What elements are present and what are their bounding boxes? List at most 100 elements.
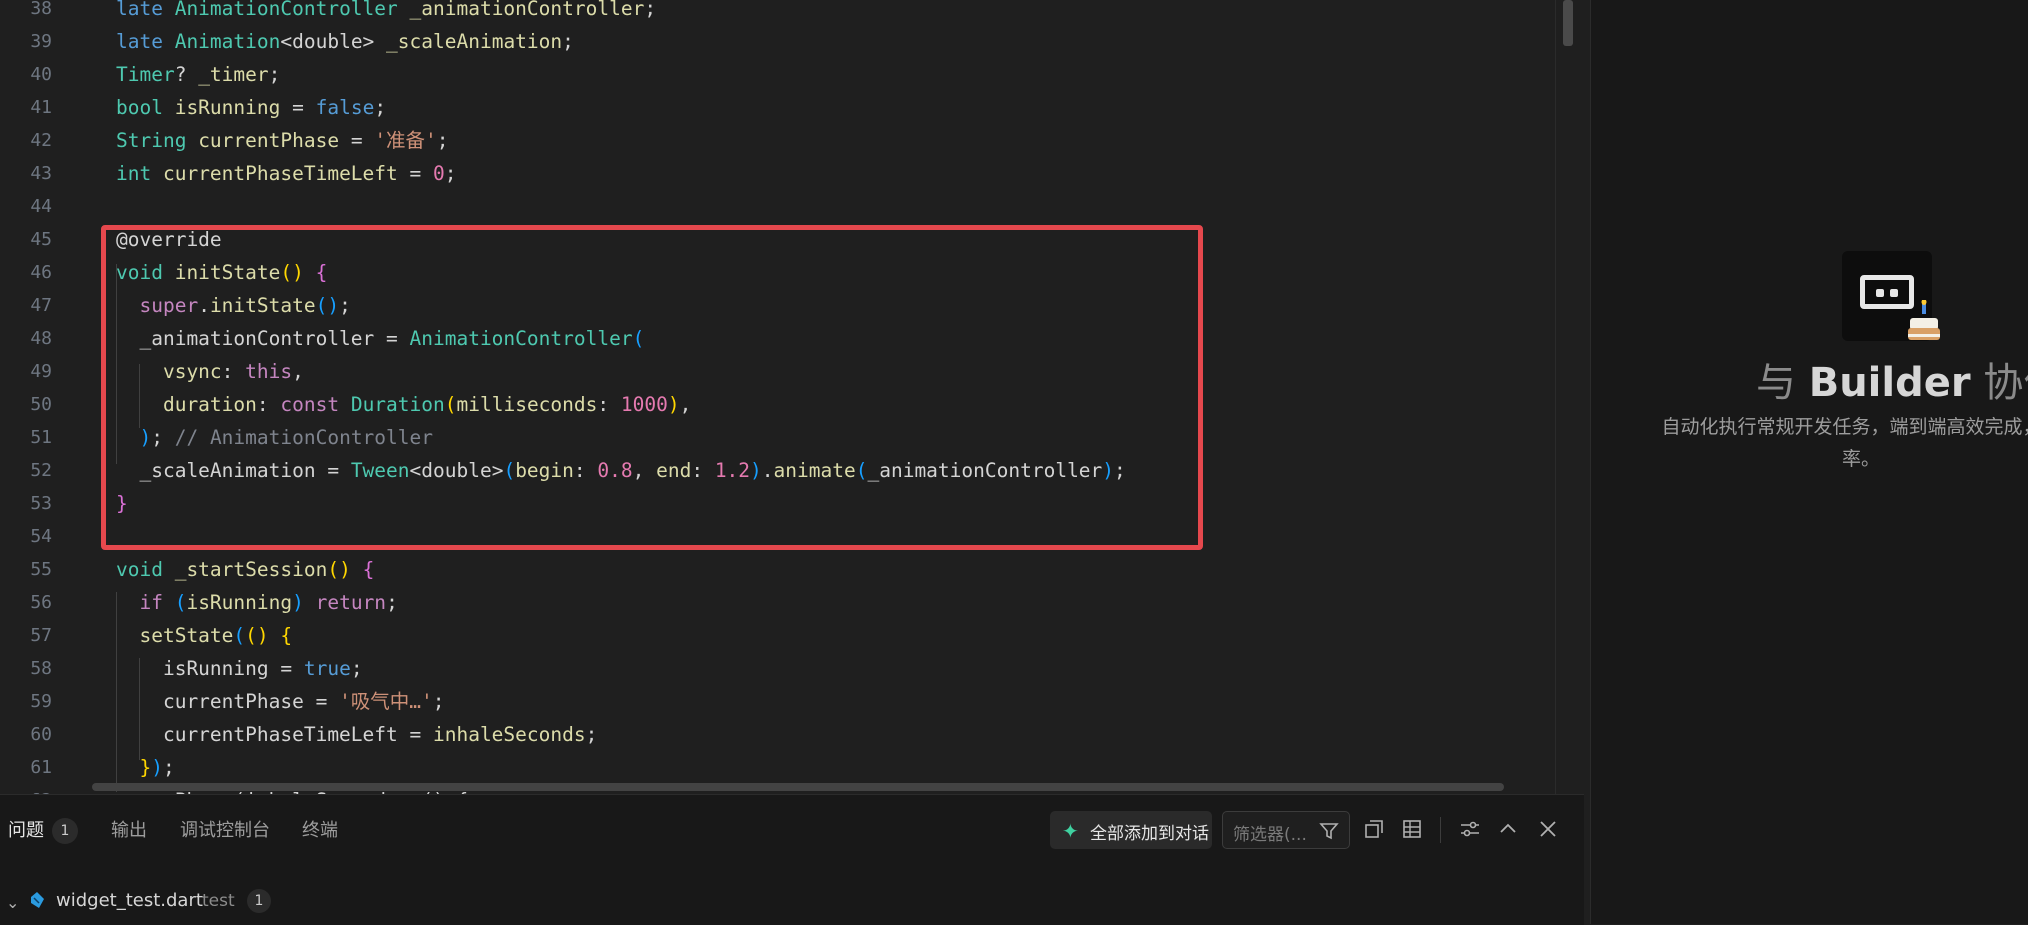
tab-output[interactable]: 输出 xyxy=(111,819,147,843)
code-token: AnimationController xyxy=(174,0,410,20)
logo-screen-shape xyxy=(1860,275,1914,309)
code-token: late xyxy=(116,0,175,20)
code-token: ; xyxy=(644,0,657,20)
code-line: isRunning = true; xyxy=(116,652,363,685)
code-token: int xyxy=(116,162,163,185)
add-all-to-chat-button[interactable]: ✦ 全部添加到对话 xyxy=(1050,811,1212,849)
bottom-panel: 问题 1 输出 调试控制台 终端 ✦ 全部添加到对话 筛选器(... ⌄ wid… xyxy=(0,794,1584,925)
horizontal-scrollbar-thumb[interactable] xyxy=(92,783,1504,791)
line-number: 38 xyxy=(30,0,52,19)
line-number: 48 xyxy=(30,328,52,349)
code-token: isRunning xyxy=(186,591,293,614)
code-token: { xyxy=(280,624,293,647)
code-token: ) xyxy=(292,591,316,614)
code-token: String xyxy=(116,129,199,152)
tab-terminal[interactable]: 终端 xyxy=(302,819,338,843)
code-token: ( xyxy=(233,624,246,647)
title-prefix: 与 xyxy=(1756,360,1809,406)
code-token: void xyxy=(116,558,175,581)
line-number: 47 xyxy=(30,295,52,316)
title-bold: Builder xyxy=(1808,360,1971,406)
code-token: ; xyxy=(436,129,449,152)
problem-file-count: 1 xyxy=(247,889,271,913)
vertical-scrollbar[interactable] xyxy=(1555,0,1578,794)
filter-input[interactable]: 筛选器(... xyxy=(1222,811,1350,849)
code-token: inhaleSeconds xyxy=(432,723,586,746)
line-number: 52 xyxy=(30,460,52,481)
code-line: late AnimationController _animationContr… xyxy=(116,0,656,25)
line-number: 39 xyxy=(30,31,52,52)
code-token: isRunning = xyxy=(116,657,304,680)
code-token: ) xyxy=(151,756,163,779)
code-line: late Animation<double> _scaleAnimation; xyxy=(116,25,574,58)
line-number: 54 xyxy=(30,526,52,547)
code-line: if (isRunning) return; xyxy=(116,586,398,619)
sidebar-description: 自动化执行常规开发任务，端到端高效完成，效率。 xyxy=(1661,416,2028,470)
line-number: 46 xyxy=(30,262,52,283)
code-token: _scaleAnimation xyxy=(386,30,563,53)
line-number: 51 xyxy=(30,427,52,448)
code-token: () xyxy=(327,558,363,581)
code-line: currentPhaseTimeLeft = inhaleSeconds; xyxy=(116,718,597,751)
code-token: { xyxy=(362,558,375,581)
indent-guide xyxy=(116,592,117,792)
code-line: setState(() { xyxy=(116,619,292,652)
line-number: 53 xyxy=(30,493,52,514)
title-suffix: 协作 xyxy=(1983,360,2028,406)
code-token: Animation xyxy=(174,30,281,53)
chevron-down-icon[interactable]: ⌄ xyxy=(6,893,19,912)
code-token: ; xyxy=(350,657,363,680)
code-token: } xyxy=(116,756,152,779)
code-token: Timer xyxy=(116,63,175,86)
line-number: 61 xyxy=(30,757,52,778)
code-line: int currentPhaseTimeLeft = 0; xyxy=(116,157,457,190)
tab-problems[interactable]: 问题 xyxy=(8,819,44,843)
cake-icon xyxy=(1908,300,1940,340)
code-token: ; xyxy=(444,162,457,185)
code-token: isRunning xyxy=(174,96,281,119)
code-token: ; xyxy=(585,723,598,746)
code-token: ; xyxy=(162,756,175,779)
line-number: 57 xyxy=(30,625,52,646)
code-token: '吸气中…' xyxy=(339,690,433,713)
code-token: true xyxy=(303,657,351,680)
line-number: 60 xyxy=(30,724,52,745)
code-token: ( xyxy=(174,591,187,614)
code-token: return xyxy=(315,591,387,614)
table-view-icon[interactable] xyxy=(1400,817,1424,841)
line-number: 55 xyxy=(30,559,52,580)
code-token: currentPhaseTimeLeft = xyxy=(116,723,433,746)
line-number: 42 xyxy=(30,130,52,151)
indent-guide xyxy=(139,658,140,760)
dart-file-icon xyxy=(31,892,44,908)
code-line: String currentPhase = '准备'; xyxy=(116,124,449,157)
filter-icon[interactable] xyxy=(1319,821,1339,841)
code-token: ; xyxy=(562,30,574,53)
highlight-box xyxy=(101,225,1203,550)
code-line: bool isRunning = false; xyxy=(116,91,386,124)
code-editor[interactable]: 38 39 40 41 42 43 44 45 46 47 48 49 50 51 52 53 54 55 56 57… xyxy=(0,0,1578,794)
logo-eye xyxy=(1890,289,1898,297)
collapse-all-icon[interactable] xyxy=(1362,817,1386,841)
code-token: () xyxy=(245,624,281,647)
add-all-label: 全部添加到对话 xyxy=(1090,824,1209,844)
problems-count-badge: 1 xyxy=(52,818,78,844)
close-icon[interactable] xyxy=(1536,817,1560,841)
code-token: '准备' xyxy=(374,129,437,152)
sparkle-icon: ✦ xyxy=(1062,819,1079,843)
builder-sidebar: 与 Builder 协作 自动化执行常规开发任务，端到端高效完成，效率。 xyxy=(1590,0,2028,924)
code-token: currentPhase = xyxy=(116,690,340,713)
line-number: 41 xyxy=(30,97,52,118)
line-number: 58 xyxy=(30,658,52,679)
line-number: 56 xyxy=(30,592,52,613)
settings-sliders-icon[interactable] xyxy=(1458,817,1482,841)
code-token: ; xyxy=(268,63,281,86)
chevron-up-icon[interactable] xyxy=(1496,817,1520,841)
code-token: ; xyxy=(386,591,398,614)
code-token: = xyxy=(280,96,316,119)
tab-debug-console[interactable]: 调试控制台 xyxy=(180,819,270,843)
toolbar-divider xyxy=(1440,817,1441,843)
sidebar-title: 与 Builder 协作 xyxy=(1756,350,2028,408)
vertical-scrollbar-thumb[interactable] xyxy=(1563,0,1573,46)
line-number: 49 xyxy=(30,361,52,382)
